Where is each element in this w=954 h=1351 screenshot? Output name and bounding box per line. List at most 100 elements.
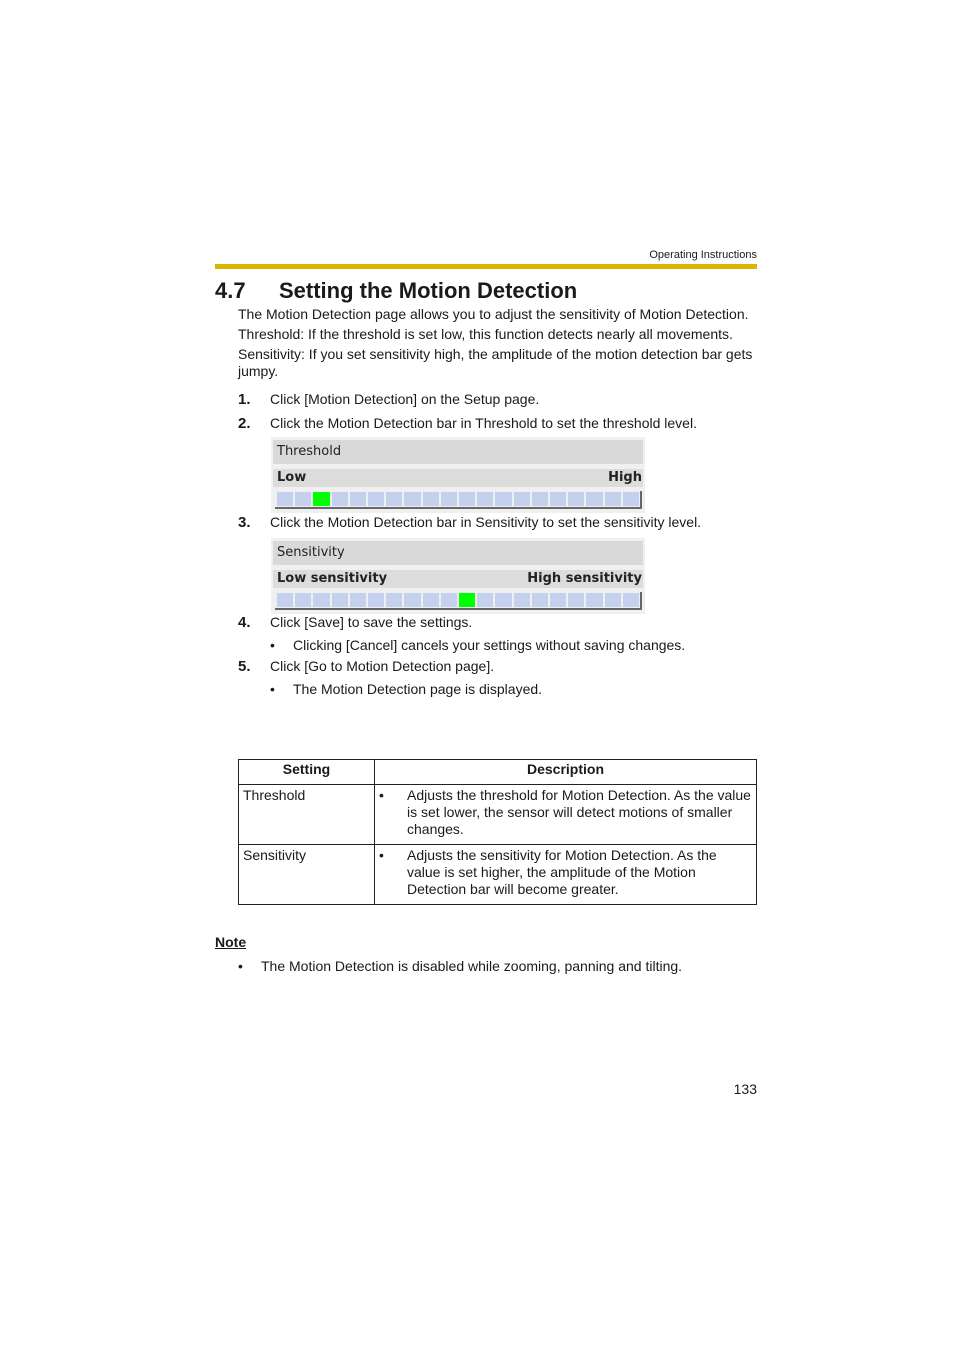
level-segment[interactable] xyxy=(349,492,367,506)
level-segment[interactable] xyxy=(604,492,621,506)
intro-paragraph-2: Threshold: If the threshold is set low, … xyxy=(238,326,733,342)
threshold-panel: Threshold Low High xyxy=(271,437,645,513)
step-5-bullet: • The Motion Detection page is displayed. xyxy=(270,681,542,697)
level-segment[interactable] xyxy=(386,593,403,607)
sensitivity-level-bar[interactable] xyxy=(275,592,642,610)
level-segment[interactable] xyxy=(277,593,294,607)
description-cell: • Adjusts the threshold for Motion Detect… xyxy=(374,784,757,845)
step-number: 2. xyxy=(238,415,251,432)
level-segment[interactable] xyxy=(313,593,330,607)
step-3: 3. Click the Motion Detection bar in Sens… xyxy=(238,514,701,531)
level-segment[interactable] xyxy=(495,492,512,506)
step-1: 1. Click [Motion Detection] on the Setup … xyxy=(238,391,539,408)
page-number: 133 xyxy=(733,1081,757,1097)
running-header: Operating Instructions xyxy=(649,249,757,261)
bullet-glyph: • xyxy=(270,681,275,697)
level-segment[interactable] xyxy=(459,492,476,506)
level-segment[interactable] xyxy=(368,492,385,506)
level-segment[interactable] xyxy=(513,593,530,607)
level-segment[interactable] xyxy=(586,593,603,607)
step-text: Click [Go to Motion Detection page]. xyxy=(270,658,495,674)
level-segment[interactable] xyxy=(404,492,421,506)
sensitivity-scale-labels: Low sensitivity High sensitivity xyxy=(273,570,643,588)
description-text: Adjusts the threshold for Motion Detecti… xyxy=(407,787,751,837)
level-segment[interactable] xyxy=(477,593,494,607)
table-row: Threshold • Adjusts the threshold for Mot… xyxy=(238,784,757,845)
sensitivity-panel-title: Sensitivity xyxy=(273,541,643,565)
level-segment[interactable] xyxy=(331,593,348,607)
level-segment[interactable] xyxy=(386,492,403,506)
level-segment[interactable] xyxy=(531,492,549,506)
level-segment[interactable] xyxy=(531,593,549,607)
level-segment-selected[interactable] xyxy=(313,492,330,506)
bullet-text: Clicking [Cancel] cancels your settings … xyxy=(293,637,686,653)
threshold-panel-title: Threshold xyxy=(273,440,643,464)
step-text: Click the Motion Detection bar in Thresh… xyxy=(270,415,697,431)
settings-table: Setting Description Threshold • Adjusts t… xyxy=(238,759,757,905)
level-segment[interactable] xyxy=(295,593,312,607)
description-cell: • Adjusts the sensitivity for Motion Dete… xyxy=(374,844,757,905)
bullet-glyph: • xyxy=(238,958,243,974)
page-title: 4.7 Setting the Motion Detection xyxy=(215,278,577,304)
header-rule xyxy=(215,264,757,269)
bullet-glyph: • xyxy=(379,847,384,863)
level-segment[interactable] xyxy=(477,492,494,506)
step-number: 4. xyxy=(238,614,251,631)
level-segment[interactable] xyxy=(422,593,439,607)
table-header-row: Setting Description xyxy=(238,759,757,785)
step-text: Click [Motion Detection] on the Setup pa… xyxy=(270,391,540,407)
step-2: 2. Click the Motion Detection bar in Thre… xyxy=(238,415,697,432)
sensitivity-low-label: Low sensitivity xyxy=(277,571,388,586)
intro-paragraph-1: The Motion Detection page allows you to … xyxy=(238,306,749,322)
level-segment[interactable] xyxy=(422,492,439,506)
setting-cell: Sensitivity xyxy=(238,844,375,905)
level-segment[interactable] xyxy=(368,593,385,607)
level-segment[interactable] xyxy=(550,492,567,506)
column-header-setting: Setting xyxy=(238,759,375,785)
level-segment[interactable] xyxy=(349,593,367,607)
setting-cell: Threshold xyxy=(238,784,375,845)
threshold-level-bar[interactable] xyxy=(275,491,642,509)
threshold-low-label: Low xyxy=(277,470,307,485)
level-segment-selected[interactable] xyxy=(459,593,476,607)
table-row: Sensitivity • Adjusts the sensitivity for… xyxy=(238,844,757,905)
step-number: 1. xyxy=(238,391,251,408)
level-segment[interactable] xyxy=(440,492,458,506)
section-number: 4.7 xyxy=(215,278,246,303)
threshold-scale-labels: Low High xyxy=(273,469,643,487)
bullet-text: The Motion Detection page is displayed. xyxy=(293,681,543,697)
level-segment[interactable] xyxy=(404,593,421,607)
step-number: 3. xyxy=(238,514,251,531)
step-text: Click [Save] to save the settings. xyxy=(270,614,473,630)
level-segment[interactable] xyxy=(513,492,530,506)
sensitivity-panel: Sensitivity Low sensitivity High sensiti… xyxy=(271,538,645,614)
level-segment[interactable] xyxy=(568,492,585,506)
level-segment[interactable] xyxy=(331,492,348,506)
level-segment[interactable] xyxy=(440,593,458,607)
section-title: Setting the Motion Detection xyxy=(279,278,578,303)
bullet-glyph: • xyxy=(379,787,384,803)
level-segment[interactable] xyxy=(586,492,603,506)
level-segment[interactable] xyxy=(277,492,294,506)
level-segment[interactable] xyxy=(622,492,640,506)
step-4-bullet: • Clicking [Cancel] cancels your settings… xyxy=(270,637,685,653)
level-segment[interactable] xyxy=(604,593,621,607)
step-5: 5. Click [Go to Motion Detection page]. xyxy=(238,658,494,675)
step-number: 5. xyxy=(238,658,251,675)
level-segment[interactable] xyxy=(622,593,640,607)
column-header-description: Description xyxy=(374,759,757,785)
level-segment[interactable] xyxy=(550,593,567,607)
level-segment[interactable] xyxy=(495,593,512,607)
step-4: 4. Click [Save] to save the settings. xyxy=(238,614,472,631)
note-heading: Note xyxy=(215,934,247,950)
note-item: • The Motion Detection is disabled while … xyxy=(238,958,682,974)
threshold-high-label: High xyxy=(608,470,642,485)
note-text: The Motion Detection is disabled while z… xyxy=(261,958,683,974)
level-segment[interactable] xyxy=(568,593,585,607)
description-text: Adjusts the sensitivity for Motion Detec… xyxy=(407,847,717,897)
intro-paragraph-3: Sensitivity: If you set sensitivity high… xyxy=(238,346,753,379)
bullet-glyph: • xyxy=(270,637,275,653)
level-segment[interactable] xyxy=(295,492,312,506)
step-text: Click the Motion Detection bar in Sensit… xyxy=(270,514,702,530)
sensitivity-high-label: High sensitivity xyxy=(527,571,642,586)
